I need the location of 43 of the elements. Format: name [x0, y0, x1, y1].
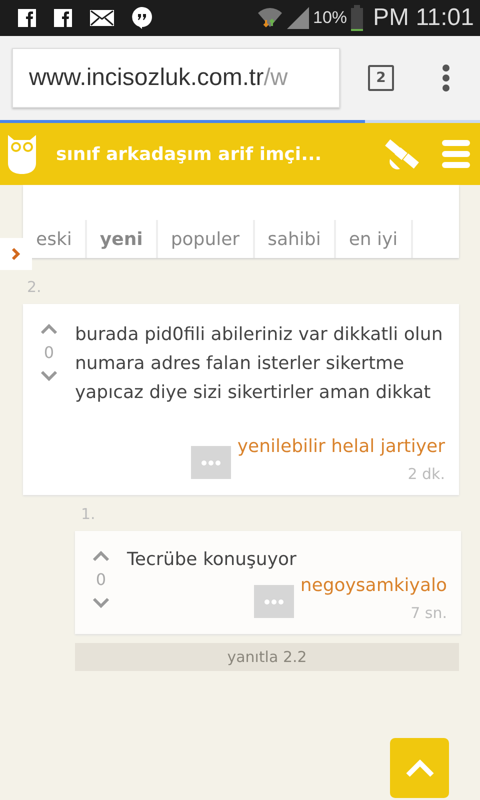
sort-tab[interactable]: eski	[23, 220, 87, 258]
side-panel-toggle[interactable]	[0, 238, 32, 270]
chevron-up-icon	[404, 759, 434, 777]
clock: PM 11:01	[373, 4, 474, 32]
chevron-right-icon	[11, 247, 21, 261]
sort-tab[interactable]: yeni	[86, 220, 158, 258]
entry-text: Tecrübe konuşuyor	[127, 548, 298, 572]
entry-number: 2.	[26, 277, 42, 298]
sort-tab[interactable]: sahibi	[254, 220, 336, 258]
page-title: sınıf arkadaşım arif imçi...	[56, 144, 323, 164]
upvote-icon[interactable]	[40, 324, 58, 335]
downvote-icon[interactable]	[40, 370, 58, 381]
author-link[interactable]: negoysamkiyalo	[300, 575, 447, 596]
entry-text: burada pid0fili abileriniz var dikkatli olun numara adres falan isterler sikertme yapıcaz diye sizi sikertirler aman dikkat	[75, 323, 444, 405]
tab-count-button[interactable]: 2	[368, 65, 394, 91]
facebook-icon	[18, 9, 36, 27]
battery-icon	[351, 5, 364, 31]
signal-icon	[287, 7, 310, 29]
sort-tab[interactable]: en iyi	[336, 220, 413, 258]
url-field[interactable]: www.incisozluk.com.tr/w	[12, 48, 340, 108]
sort-tab[interactable]: populer	[158, 220, 255, 258]
battery-percent: 10%	[313, 8, 348, 28]
vote-count: 0	[44, 343, 54, 362]
more-options-button[interactable]	[191, 446, 232, 479]
ellipsis-icon	[264, 598, 284, 604]
downvote-icon[interactable]	[92, 597, 110, 608]
facebook-icon	[54, 9, 72, 27]
satellite-icon[interactable]	[384, 137, 420, 171]
author-link[interactable]: yenilebilir helal jartiyer	[237, 436, 445, 457]
entry-time: 7 sn.	[410, 604, 447, 622]
ellipsis-icon	[201, 460, 222, 466]
mail-icon	[90, 10, 114, 26]
chat-bubble-icon	[132, 7, 152, 29]
owl-logo-icon[interactable]	[6, 133, 38, 175]
reply-button[interactable]: yanıtla 2.2	[75, 643, 459, 671]
more-options-button[interactable]	[254, 585, 294, 618]
vote-count: 0	[96, 570, 106, 589]
menu-icon[interactable]	[442, 137, 470, 171]
entry-number: 1.	[80, 504, 96, 525]
entry-time: 2 dk.	[408, 465, 445, 483]
overflow-menu-icon[interactable]	[442, 64, 450, 92]
upvote-icon[interactable]	[92, 551, 110, 562]
scroll-to-top-button[interactable]	[390, 738, 449, 798]
